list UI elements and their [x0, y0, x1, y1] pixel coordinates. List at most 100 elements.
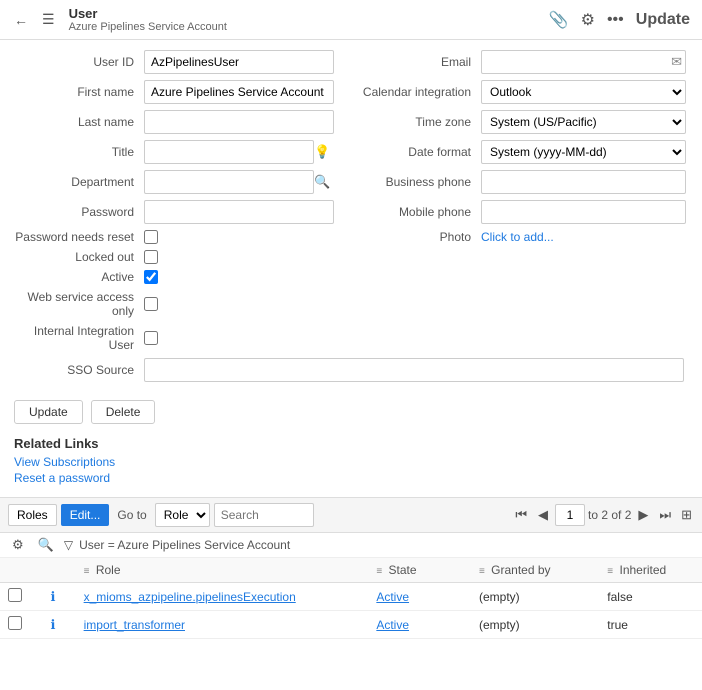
related-links-title: Related Links [14, 436, 688, 451]
granted-col-icon: ≡ [479, 566, 485, 577]
photo-label: Photo [351, 230, 481, 244]
active-checkbox[interactable] [144, 270, 158, 284]
col-header-granted[interactable]: ≡ Granted by [471, 558, 599, 583]
state-badge[interactable]: Active [376, 590, 409, 604]
userid-label: User ID [14, 55, 144, 69]
photo-placeholder[interactable]: Click to add... [481, 230, 554, 244]
timezone-select[interactable]: System (US/Pacific) [481, 110, 686, 134]
grid-view-button[interactable]: ⊞ [679, 505, 694, 525]
department-field-wrapper: 🔍 [144, 170, 334, 194]
header-actions: 📎 ⚙ ••• Update [547, 8, 692, 32]
form-row-firstname-calendar: First name Calendar integration Outlook [14, 80, 688, 104]
prev-page-button[interactable]: ◀ [534, 505, 552, 525]
row-info-cell: ℹ [38, 611, 75, 639]
dateformat-label: Date format [351, 145, 481, 159]
title-label: Title [14, 145, 144, 159]
lockedout-checkbox[interactable] [144, 250, 158, 264]
col-userid: User ID [14, 50, 351, 74]
firstname-input[interactable] [144, 80, 334, 104]
lastname-input[interactable] [144, 110, 334, 134]
page-subtitle: Azure Pipelines Service Account [69, 21, 547, 33]
bizphone-input[interactable] [481, 170, 686, 194]
attach-button[interactable]: 📎 [547, 8, 571, 32]
form-row-userid-email: User ID Email ✉ [14, 50, 688, 74]
more-button[interactable]: ••• [605, 9, 626, 31]
role-link[interactable]: x_mioms_azpipeline.pipelinesExecution [84, 590, 296, 604]
firstname-label: First name [14, 85, 144, 99]
first-page-button[interactable]: ⏮ [511, 505, 531, 525]
mobilephone-input[interactable] [481, 200, 686, 224]
title-lookup-icon[interactable]: 💡 [314, 144, 330, 160]
page-input[interactable] [555, 504, 585, 526]
menu-button[interactable]: ☰ [38, 9, 59, 30]
pwdreset-checkbox[interactable] [144, 230, 158, 244]
email-input[interactable] [481, 50, 686, 74]
page-title: User [69, 6, 547, 21]
col-header-inherited[interactable]: ≡ Inherited [599, 558, 702, 583]
col-timezone: Time zone System (US/Pacific) [351, 110, 688, 134]
form-row-active: Active [14, 270, 688, 284]
row-info-button[interactable]: ℹ [46, 617, 59, 633]
settings-button[interactable]: ⚙ [579, 8, 597, 32]
department-search-icon[interactable]: 🔍 [314, 174, 330, 190]
roles-tab-button[interactable]: Roles [8, 504, 57, 526]
gear-icon-button[interactable]: ⚙ [8, 537, 28, 553]
col-lastname: Last name [14, 110, 351, 134]
sso-label: SSO Source [14, 363, 144, 377]
col-header-state[interactable]: ≡ State [368, 558, 471, 583]
header-nav: ← ☰ [10, 9, 59, 30]
header-update-button[interactable]: Update [634, 9, 692, 31]
webservice-checkbox[interactable] [144, 297, 158, 311]
col-header-role[interactable]: ≡ Role [76, 558, 369, 583]
col-department: Department 🔍 [14, 170, 351, 194]
last-page-button[interactable]: ⏭ [655, 505, 675, 525]
dateformat-select[interactable]: System (yyyy-MM-dd) [481, 140, 686, 164]
row-state-cell: Active [368, 583, 471, 611]
role-col-icon: ≡ [84, 566, 90, 577]
row-inherited-cell: true [599, 611, 702, 639]
col-active: Active [14, 270, 688, 284]
row-granted-cell: (empty) [471, 583, 599, 611]
col-sso: SSO Source [14, 358, 688, 382]
goto-select[interactable]: Role [155, 503, 210, 527]
form-row-sso: SSO Source [14, 358, 688, 382]
email-label: Email [351, 55, 481, 69]
row-checkbox[interactable] [8, 616, 22, 630]
view-subscriptions-link[interactable]: View Subscriptions [14, 455, 688, 469]
col-header-info [38, 558, 75, 583]
filter-search-button[interactable]: 🔍 [34, 537, 58, 553]
role-link[interactable]: import_transformer [84, 618, 185, 632]
row-info-button[interactable]: ℹ [46, 589, 59, 605]
row-info-cell: ℹ [38, 583, 75, 611]
lockedout-label: Locked out [14, 250, 144, 264]
title-input[interactable] [144, 140, 314, 164]
calendar-select[interactable]: Outlook [481, 80, 686, 104]
col-mobilephone: Mobile phone [351, 200, 688, 224]
sso-input[interactable] [144, 358, 684, 382]
granted-value: (empty) [479, 618, 520, 632]
state-badge[interactable]: Active [376, 618, 409, 632]
internal-checkbox[interactable] [144, 331, 158, 345]
delete-button[interactable]: Delete [91, 400, 156, 424]
col-internal: Internal Integration User [14, 324, 688, 352]
edit-button[interactable]: Edit... [61, 504, 110, 526]
department-input[interactable] [144, 170, 314, 194]
update-button[interactable]: Update [14, 400, 83, 424]
row-state-cell: Active [368, 611, 471, 639]
row-check-cell [0, 611, 38, 639]
row-role-cell: x_mioms_azpipeline.pipelinesExecution [76, 583, 369, 611]
next-page-button[interactable]: ▶ [634, 505, 652, 525]
lastname-label: Last name [14, 115, 144, 129]
timezone-label: Time zone [351, 115, 481, 129]
form-row-department-bizphone: Department 🔍 Business phone [14, 170, 688, 194]
search-input[interactable] [214, 503, 314, 527]
password-input[interactable] [144, 200, 334, 224]
email-icon: ✉ [671, 54, 682, 70]
row-check-cell [0, 583, 38, 611]
row-checkbox[interactable] [8, 588, 22, 602]
table-body: ℹ x_mioms_azpipeline.pipelinesExecution … [0, 583, 702, 639]
page-total: to 2 of 2 [588, 508, 631, 522]
back-button[interactable]: ← [10, 10, 32, 30]
userid-input[interactable] [144, 50, 334, 74]
reset-password-link[interactable]: Reset a password [14, 471, 688, 485]
